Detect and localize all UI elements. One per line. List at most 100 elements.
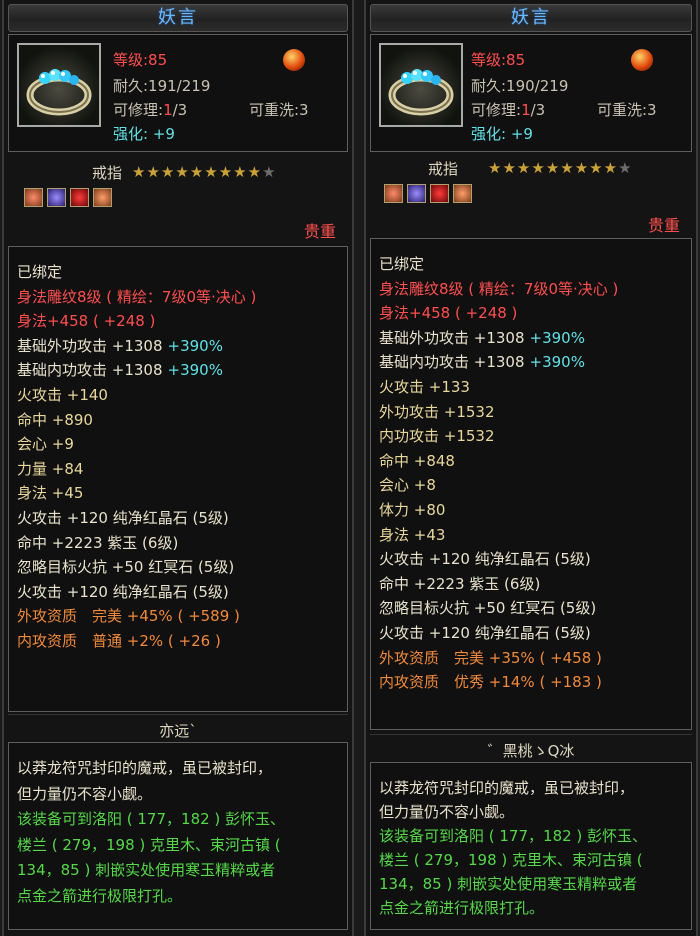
item-level: 等级:85 (113, 51, 168, 69)
star-filled-icon: ★ (233, 163, 248, 181)
item-rewash: 可重洗:3 (249, 101, 309, 119)
item-enhance: 强化: +9 (113, 125, 175, 143)
attribute-line: 基础外功攻击 +1308 +390% (379, 328, 585, 347)
description-line: 以莽龙符咒封印的魔戒，虽已被封印， (379, 779, 635, 797)
attribute-line: 基础外功攻击 +1308 +390% (17, 336, 223, 355)
attribute-line: 内功攻击 +1532 (379, 427, 495, 446)
gem-slot-crimson-icon[interactable] (430, 184, 449, 203)
description-line: 楼兰 ( 279，198 ) 克里木、束河古镇 ( (17, 835, 281, 854)
gem-slot-red-icon[interactable] (384, 184, 403, 203)
attribute-line: 火攻击 +133 (379, 378, 470, 396)
description-line: 该装备可到洛阳 ( 177，182 ) 彭怀玉、 (379, 827, 648, 845)
star-filled-icon: ★ (146, 163, 161, 181)
attribute-line: 基础内功攻击 +1308 +390% (379, 353, 585, 372)
attribute-line: 身法+458 ( +248 ) (17, 312, 156, 331)
item-tooltip-left: 妖言 等级:85 耐久:191/219 可修理:1/3 可重洗:3 强化: +9… (2, 0, 354, 936)
ring-item-icon[interactable] (379, 43, 463, 127)
item-header: 等级:85 耐久:190/219 可修理:1/3 可重洗:3 强化: +9 (370, 34, 692, 152)
star-empty-icon: ★ (618, 159, 633, 177)
gem-slots (24, 188, 116, 207)
item-title: 妖言 (8, 4, 348, 32)
item-header: 等级:85 耐久:191/219 可修理:1/3 可重洗:3 强化: +9 (8, 34, 348, 152)
description-line: 该装备可到洛阳 ( 177，182 ) 彭怀玉、 (17, 810, 286, 828)
attribute-line: 身法雕纹8级 ( 精绘：7级0等·决心 ) (379, 279, 619, 298)
item-durability: 耐久:191/219 (113, 77, 211, 95)
description-line: 点金之箭进行极限打孔。 (379, 899, 545, 917)
item-durability: 耐久:190/219 (471, 77, 569, 95)
star-filled-icon: ★ (531, 159, 546, 177)
star-filled-icon: ★ (488, 159, 503, 177)
attribute-line: 火攻击 +120 纯净红晶石 (5级) (17, 582, 229, 601)
attribute-line: 已绑定 (17, 263, 63, 281)
item-description: 以莽龙符咒封印的魔戒，虽已被封印， 但力量仍不容小觑。该装备可到洛阳 ( 177，… (8, 742, 348, 930)
item-type: 戒指 (92, 164, 123, 182)
item-subheader: 戒指 ★★★★★★★★★★ 贵重 (370, 152, 692, 236)
attribute-line: 火攻击 +140 (17, 386, 108, 404)
gem-slot-orange-icon[interactable] (93, 188, 112, 207)
description-line: 但力量仍不容小觑。 (17, 784, 153, 803)
attribute-line: 命中 +890 (17, 410, 93, 429)
attribute-line: 内攻资质 普通 +2% ( +26 ) (17, 632, 221, 650)
attribute-line: 基础内功攻击 +1308 +390% (17, 361, 223, 380)
attribute-line: 外攻资质 完美 +35% ( +458 ) (379, 648, 602, 667)
attribute-line: 力量 +84 (17, 459, 84, 478)
attribute-line: 命中 +2223 紫玉 (6级) (379, 574, 541, 593)
star-filled-icon: ★ (160, 163, 176, 181)
attribute-line: 内攻资质 优秀 +14% ( +183 ) (379, 673, 602, 692)
description-line: 点金之箭进行极限打孔。 (17, 886, 183, 905)
attribute-line: 命中 +2223 紫玉 (6级) (17, 533, 179, 552)
attribute-line: 身法雕纹8级 ( 精绘：7级0等·决心 ) (17, 287, 257, 306)
item-tooltip-right: 妖言 等级:85 耐久:190/219 可修理:1/3 可重洗:3 强化: +9… (364, 0, 698, 936)
gem-slot-purple-icon[interactable] (47, 188, 66, 207)
description-line: 134，85 ) 刺嵌实处使用寒玉精粹或者 (17, 861, 276, 879)
gem-slot-orange-icon[interactable] (453, 184, 472, 203)
fire-element-icon (283, 49, 305, 71)
attribute-line: 身法 +43 (379, 525, 446, 544)
item-level: 等级:85 (471, 51, 526, 69)
star-filled-icon: ★ (502, 159, 517, 177)
item-enhance: 强化: +9 (471, 125, 533, 143)
attribute-line: 火攻击 +120 纯净红晶石 (5级) (379, 624, 591, 642)
attribute-line: 火攻击 +120 纯净红晶石 (5级) (17, 509, 229, 527)
item-attributes: 已绑定身法雕纹8级 ( 精绘：7级0等·决心 ) 身法+458 ( +248 ) 基… (8, 246, 348, 712)
item-title: 妖言 (370, 4, 692, 32)
star-filled-icon: ★ (516, 159, 532, 177)
description-line: 但力量仍不容小觑。 (379, 803, 515, 821)
star-filled-icon: ★ (175, 163, 190, 181)
gem-slot-purple-icon[interactable] (407, 184, 426, 203)
star-filled-icon: ★ (189, 163, 205, 181)
star-rating: ★★★★★★★★★★ (488, 159, 633, 177)
star-filled-icon: ★ (603, 159, 619, 177)
item-quality: 贵重 (303, 222, 336, 241)
attribute-line: 火攻击 +120 纯净红晶石 (5级) (379, 550, 591, 569)
attribute-line: 体力 +80 (379, 501, 446, 519)
star-filled-icon: ★ (560, 159, 575, 177)
attribute-line: 命中 +848 (379, 451, 455, 470)
item-attributes: 已绑定 身法雕纹8级 ( 精绘：7级0等·决心 ) 身法+458 ( +248 ) 基… (370, 238, 692, 730)
item-rewash: 可重洗:3 (597, 101, 657, 119)
description-line: 楼兰 ( 279，198 ) 克里木、束河古镇 ( (379, 851, 643, 869)
star-filled-icon: ★ (574, 159, 590, 177)
gem-slot-crimson-icon[interactable] (70, 188, 89, 207)
attribute-line: 外功攻击 +1532 (379, 402, 495, 421)
item-repairable: 可修理:1/3 (113, 101, 188, 119)
attribute-line: 身法+458 ( +248 ) (379, 304, 518, 323)
star-rating: ★★★★★★★★★★ (132, 163, 277, 181)
star-filled-icon: ★ (545, 159, 561, 177)
item-type: 戒指 (428, 160, 459, 178)
item-subheader: 戒指 ★★★★★★★★★★ 贵重 (8, 154, 348, 241)
fire-element-icon (631, 49, 653, 71)
gem-slots (384, 184, 476, 203)
star-empty-icon: ★ (262, 163, 277, 181)
attribute-line: 忽略目标火抗 +50 红冥石 (5级) (379, 599, 597, 618)
item-owner-signature: 亦远` (159, 722, 197, 740)
description-line: 以莽龙符咒封印的魔戒，虽已被封印， (17, 759, 273, 777)
star-filled-icon: ★ (218, 163, 234, 181)
attribute-line: 会心 +8 (379, 476, 436, 495)
item-quality: 贵重 (647, 216, 680, 235)
item-owner-signature: ゛黑桃ゝQ冰 (487, 742, 575, 760)
gem-slot-red-icon[interactable] (24, 188, 43, 207)
attribute-line: 身法 +45 (17, 484, 84, 503)
item-description: 以莽龙符咒封印的魔戒，虽已被封印， 但力量仍不容小觑。该装备可到洛阳 ( 177，… (370, 762, 692, 930)
ring-item-icon[interactable] (17, 43, 101, 127)
